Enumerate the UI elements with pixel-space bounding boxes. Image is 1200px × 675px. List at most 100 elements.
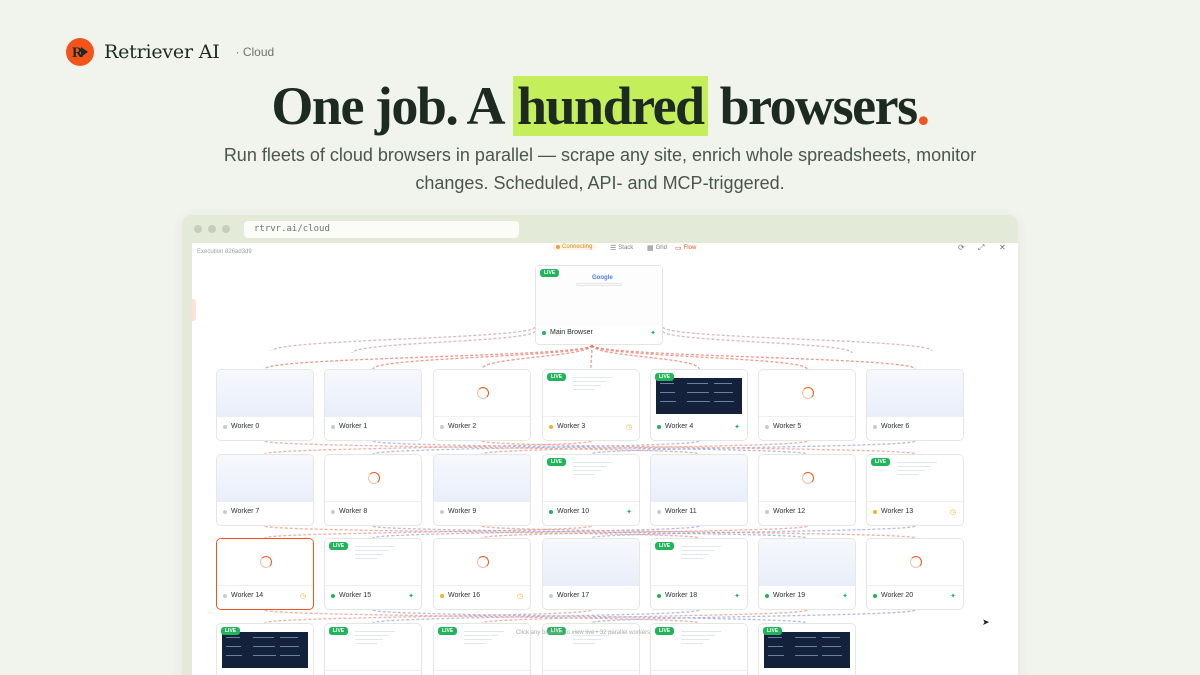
address-bar[interactable]: rtrvr.ai/cloud [244,221,519,238]
worker-card[interactable]: Worker 17 [542,538,640,610]
expand-icon[interactable]: ⤢ [978,243,984,253]
side-panel-handle[interactable] [192,299,196,321]
worker-card[interactable]: Worker 5 [758,369,856,441]
sparkle-icon: ✦ [842,593,848,600]
worker-name: Worker 2 [448,423,477,430]
terminal-line [226,637,240,638]
page-text-line [573,377,613,378]
worker-card[interactable]: Worker 12 [758,454,856,526]
flow-connector [264,440,700,455]
worker-card[interactable]: LIVE Worker 3 ◷ [542,369,640,441]
maximize-dot-icon[interactable] [222,225,230,233]
terminal-line [714,401,734,402]
worker-card[interactable]: Worker 14 ◷ [216,538,314,610]
flow-connector [481,344,593,370]
page-text-line [355,635,389,636]
main-browser-card[interactable]: LIVE Google Main Browser ✦ [535,265,663,345]
page-text-line [681,639,709,640]
worker-card[interactable]: LIVE [324,623,422,675]
worker-card[interactable]: Worker 8 [324,454,422,526]
terminal-line [795,646,817,647]
worker-card[interactable]: Worker 7 [216,454,314,526]
canvas-hint: Click any browser to view live • 32 para… [516,630,651,636]
worker-thumbnail-blank [217,370,313,417]
worker-card[interactable]: Worker 20 ✦ [866,538,964,610]
worker-card[interactable]: LIVE [758,623,856,675]
tab-flow[interactable]: ▭ Flow [675,244,696,252]
terminal-line [253,655,276,656]
worker-card[interactable]: Worker 2 [433,369,531,441]
page-text-line [681,635,715,636]
page-text-line [573,470,601,471]
worker-card[interactable]: Worker 11 [650,454,748,526]
main-browser-thumbnail: LIVE Google [536,266,662,326]
page-text-line [464,631,504,632]
tab-grid[interactable]: ▦ Grid [647,244,667,252]
sparkle-icon: ✦ [626,509,632,516]
worker-card[interactable]: Worker 0 [216,369,314,441]
worker-card[interactable]: LIVE Worker 10 ✦ [542,454,640,526]
worker-card[interactable]: Worker 19 ✦ [758,538,856,610]
status-dot-icon [440,509,444,514]
worker-name: Worker 12 [773,508,806,515]
page-text-line [355,554,383,555]
worker-card[interactable]: Worker 6 [866,369,964,441]
worker-label: Worker 17 [549,592,589,599]
worker-card[interactable]: LIVE Worker 18 ✦ [650,538,748,610]
worker-card[interactable]: LIVE [216,623,314,675]
worker-thumbnail-blank [434,455,530,502]
flow-connector [591,344,808,370]
flow-connector [351,330,536,354]
worker-thumbnail-blank [867,370,963,417]
worker-name: Worker 20 [881,592,914,599]
grid-icon: ▦ [647,245,654,252]
refresh-icon[interactable]: ⟳ [958,243,965,252]
terminal-line [822,646,841,647]
worker-card[interactable]: Worker 16 ◷ [433,538,531,610]
page-text-line [573,643,595,644]
worker-name: Worker 13 [881,508,914,515]
page-text-line [897,466,931,467]
flow-connector [591,344,700,370]
window-controls [194,225,230,233]
sparkle-icon: ✦ [950,593,956,600]
status-dot-icon [440,593,444,598]
tab-stack[interactable]: ☰ Stack [610,244,633,252]
brand[interactable]: R Retriever AI · Cloud [66,38,274,66]
flow-connector [662,330,853,354]
status-dot-icon [657,593,661,598]
close-icon[interactable]: ✕ [999,243,1006,252]
live-badge: LIVE [221,627,241,635]
retriever-logo-icon: R [66,38,94,66]
live-badge: LIVE [655,542,675,550]
worker-thumbnail-loading [434,539,530,586]
worker-card[interactable]: LIVE Worker 15 ✦ [324,538,422,610]
terminal-screenshot [764,632,850,668]
worker-thumbnail-page: LIVE [543,455,639,502]
worker-card[interactable]: Worker 9 [433,454,531,526]
page-text-line [681,546,721,547]
flow-connector [372,440,808,455]
worker-thumbnail-page: LIVE [543,370,639,417]
main-browser-name: Main Browser [550,329,593,336]
worker-thumbnail-page: LIVE [325,624,421,671]
close-dot-icon[interactable] [194,225,202,233]
status-dot-icon [223,509,227,514]
clock-icon: ◷ [949,509,956,516]
page-text-line [681,550,715,551]
worker-card[interactable]: LIVE Worker 13 ◷ [866,454,964,526]
worker-card[interactable]: LIVE Worker 4 ✦ [650,369,748,441]
worker-card[interactable]: Worker 1 [324,369,422,441]
execution-id: Execution 826ad3d9 [197,249,252,255]
page-text-line [464,635,498,636]
worker-thumbnail-loading [325,455,421,502]
search-bar-thumb [576,283,622,286]
flow-connector [590,344,593,370]
live-badge: LIVE [655,627,675,635]
brand-section: · Cloud [235,45,275,59]
minimize-dot-icon[interactable] [208,225,216,233]
worker-label: Worker 15 [331,592,371,599]
page-text-line [681,554,709,555]
status-dot-icon [542,330,546,335]
worker-card[interactable]: LIVE [650,623,748,675]
